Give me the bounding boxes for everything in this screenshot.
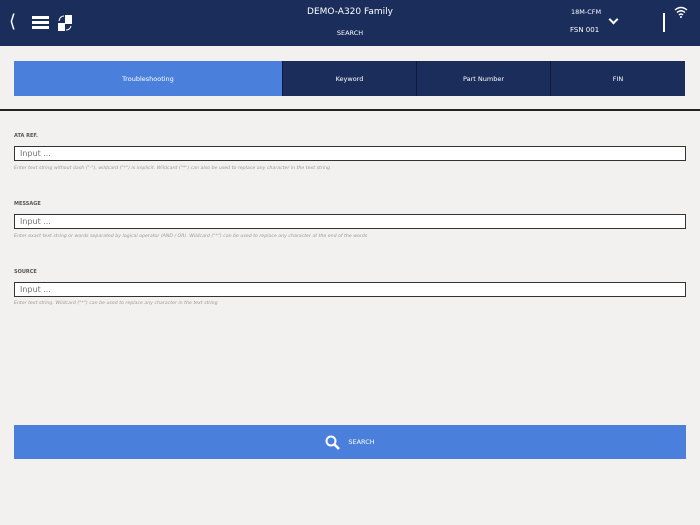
- ata-ref-input[interactable]: [14, 146, 686, 161]
- wifi-icon: [674, 6, 688, 18]
- aircraft-type[interactable]: 18M-CFM: [571, 8, 601, 16]
- fleet-serial-number[interactable]: FSN 001: [570, 26, 599, 34]
- tab-fin[interactable]: FIN: [550, 61, 685, 96]
- message-hint: Enter exact text string or words separat…: [14, 234, 368, 239]
- tab-part-number[interactable]: Part Number: [416, 61, 550, 96]
- tab-troubleshooting[interactable]: Troubleshooting: [14, 61, 282, 96]
- source-label: SOURCE: [14, 269, 37, 275]
- app-header: ⟨ DEMO-A320 Family SEARCH 18M-CFM FSN 00…: [0, 0, 700, 46]
- message-input[interactable]: [14, 214, 686, 229]
- ata-ref-label: ATA REF.: [14, 133, 38, 139]
- ata-ref-hint: Enter text string without dash ("-"), wi…: [14, 166, 331, 171]
- message-label: MESSAGE: [14, 201, 41, 207]
- divider: [0, 109, 700, 111]
- search-icon: [325, 435, 341, 450]
- menu-icon[interactable]: [32, 16, 49, 29]
- divider: [663, 13, 665, 32]
- source-hint: Enter text string. Wildcard ("*") can be…: [14, 301, 218, 306]
- search-button[interactable]: SEARCH: [14, 425, 686, 459]
- search-tabs: Troubleshooting Keyword Part Number FIN: [14, 61, 685, 96]
- source-input[interactable]: [14, 282, 686, 297]
- search-button-label: SEARCH: [348, 438, 375, 446]
- tab-keyword[interactable]: Keyword: [282, 61, 416, 96]
